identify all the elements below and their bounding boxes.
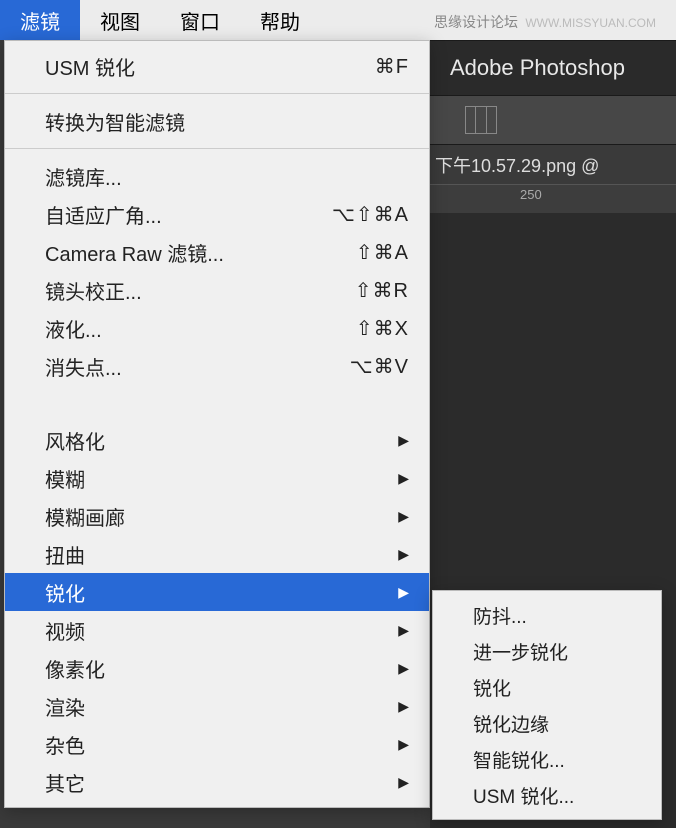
menu-vanishing-point[interactable]: 消失点... ⌥⌘V: [5, 347, 429, 385]
submenu-sharpen-edges[interactable]: 锐化边缘: [433, 705, 661, 741]
chevron-right-icon: ▶: [398, 736, 409, 753]
chevron-right-icon: ▶: [398, 622, 409, 639]
submenu-sharpen-more[interactable]: 进一步锐化: [433, 633, 661, 669]
submenu-sharpen[interactable]: 锐化: [433, 669, 661, 705]
menu-adaptive-wide-angle[interactable]: 自适应广角... ⌥⇧⌘A: [5, 195, 429, 233]
menu-video[interactable]: 视频 ▶: [5, 611, 429, 649]
menu-lens-correction[interactable]: 镜头校正... ⇧⌘R: [5, 271, 429, 309]
menu-usm-sharpen[interactable]: USM 锐化 ⌘F: [5, 47, 429, 85]
photoshop-toolbar: [430, 95, 676, 145]
submenu-usm-sharpen[interactable]: USM 锐化...: [433, 777, 661, 813]
arrange-icon[interactable]: [465, 106, 497, 134]
photoshop-title-bar: Adobe Photoshop: [430, 40, 676, 95]
submenu-shake-reduction[interactable]: 防抖...: [433, 597, 661, 633]
submenu-smart-sharpen[interactable]: 智能锐化...: [433, 741, 661, 777]
menu-render[interactable]: 渲染 ▶: [5, 687, 429, 725]
chevron-right-icon: ▶: [398, 660, 409, 677]
menu-separator: [5, 148, 429, 149]
ruler: 250: [430, 185, 676, 213]
menu-blur[interactable]: 模糊 ▶: [5, 459, 429, 497]
menu-distort[interactable]: 扭曲 ▶: [5, 535, 429, 573]
menu-camera-raw-filter[interactable]: Camera Raw 滤镜... ⇧⌘A: [5, 233, 429, 271]
chevron-right-icon: ▶: [398, 774, 409, 791]
chevron-right-icon: ▶: [398, 508, 409, 525]
watermark: 思缘设计论坛 WWW.MISSYUAN.COM: [434, 12, 656, 32]
menu-convert-smart-filter[interactable]: 转换为智能滤镜: [5, 102, 429, 140]
sharpen-submenu: 防抖... 进一步锐化 锐化 锐化边缘 智能锐化... USM 锐化...: [432, 590, 662, 820]
menu-other[interactable]: 其它 ▶: [5, 763, 429, 801]
document-tab[interactable]: 下午10.57.29.png @: [430, 145, 676, 185]
menu-noise[interactable]: 杂色 ▶: [5, 725, 429, 763]
chevron-right-icon: ▶: [398, 470, 409, 487]
chevron-right-icon: ▶: [398, 698, 409, 715]
menubar-view[interactable]: 视图: [80, 0, 160, 40]
chevron-right-icon: ▶: [398, 546, 409, 563]
menubar-help[interactable]: 帮助: [240, 0, 320, 40]
chevron-right-icon: ▶: [398, 584, 409, 601]
menu-filter-gallery[interactable]: 滤镜库...: [5, 157, 429, 195]
menu-liquify[interactable]: 液化... ⇧⌘X: [5, 309, 429, 347]
menubar-window[interactable]: 窗口: [160, 0, 240, 40]
chevron-right-icon: ▶: [398, 432, 409, 449]
menu-blur-gallery[interactable]: 模糊画廊 ▶: [5, 497, 429, 535]
filter-dropdown-menu: USM 锐化 ⌘F 转换为智能滤镜 滤镜库... 自适应广角... ⌥⇧⌘A C…: [4, 40, 430, 808]
menu-separator: [5, 93, 429, 94]
menu-sharpen[interactable]: 锐化 ▶: [5, 573, 429, 611]
menubar-filter[interactable]: 滤镜: [0, 0, 80, 40]
menu-stylize[interactable]: 风格化 ▶: [5, 421, 429, 459]
menu-pixelate[interactable]: 像素化 ▶: [5, 649, 429, 687]
app-name: Adobe Photoshop: [450, 55, 625, 81]
